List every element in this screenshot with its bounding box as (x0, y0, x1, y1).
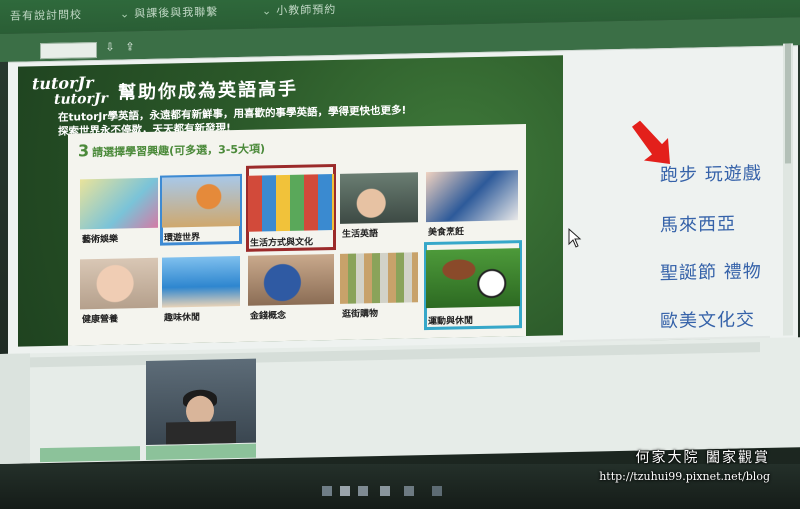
logo-text-bottom: tutorJr (54, 90, 108, 108)
tile-lifestyle[interactable]: 生活方式與文化 (246, 163, 336, 252)
tile-image (426, 170, 518, 223)
teacher-desk (166, 421, 236, 445)
tab-2[interactable]: ⌄ 與課後與我聯繫 (120, 3, 218, 25)
video-card-bar (40, 446, 140, 463)
download-icon[interactable]: ⇩ (104, 41, 116, 54)
tile-image (162, 255, 240, 308)
tile-travel[interactable]: 環遊世界 (160, 173, 242, 246)
mouse-cursor-icon (568, 227, 582, 248)
watermark-url: http://tzuhui99.pixnet.net/blog (599, 470, 770, 483)
red-arrow-icon (632, 120, 670, 164)
address-field[interactable] (40, 41, 97, 60)
tile-image (340, 172, 418, 224)
tray-icon[interactable] (404, 486, 414, 496)
tile-label: 環遊世界 (164, 232, 201, 244)
tile-image (426, 248, 520, 309)
tray-icon[interactable] (380, 486, 390, 496)
tile-label: 金錢概念 (250, 311, 287, 322)
tab-3[interactable]: ⌄ 小教師預約 (262, 1, 336, 23)
tile-label: 生活方式與文化 (250, 237, 314, 249)
tile-label: 逛街購物 (342, 309, 379, 320)
lesson-slide: tutorJr tutorJr 幫助你成為英語高手 在tutorJr學英語，永遠… (18, 55, 563, 347)
lesson-subtitle-1: 在tutorJr學英語，永遠都有新鮮事，用喜歡的事學英語，學得更快也更多! (58, 104, 407, 124)
tray-icon[interactable] (358, 486, 368, 496)
scroll-thumb[interactable] (785, 43, 791, 164)
interest-panel: 3 請選擇學習興趣(可多選，3-5大項) 藝術娛樂 環遊世界 生活方式與文化 生… (68, 123, 526, 346)
tile-shopping[interactable]: 逛街購物 (338, 250, 420, 322)
vertical-scrollbar[interactable] (783, 43, 793, 336)
topic-link-culture[interactable]: 歐美文化交 (660, 305, 755, 333)
tile-sports[interactable]: 運動與休閒 (424, 240, 522, 331)
lower-panel (0, 337, 800, 464)
tile-label: 生活英語 (342, 229, 379, 240)
tile-food[interactable]: 美食烹飪 (424, 168, 520, 240)
tile-image (340, 252, 418, 304)
step-number: 3 (78, 141, 90, 161)
tile-label: 運動與休閒 (428, 316, 474, 328)
tile-image (248, 254, 334, 306)
tab-label: 小教師預約 (276, 2, 337, 18)
tile-image (80, 177, 158, 230)
topic-link-malaysia[interactable]: 馬來西亞 (660, 210, 736, 238)
chevron-down-icon: ⌄ (120, 7, 131, 21)
tab-1[interactable]: 吾有說討問校 (10, 6, 82, 28)
content-area: tutorJr tutorJr 幫助你成為英語高手 在tutorJr學英語，永遠… (8, 45, 798, 355)
tile-label: 藝術娛樂 (82, 234, 119, 246)
tile-label: 美食烹飪 (428, 227, 465, 239)
tile-label: 健康營養 (82, 314, 119, 326)
chevron-down-icon: ⌄ (262, 4, 273, 18)
tray-icon[interactable] (432, 486, 442, 496)
screen: 吾有說討問校 ⌄ 與課後與我聯繫 ⌄ 小教師預約 ⇩ ⇪ tutorJr tutor… (0, 0, 800, 470)
tile-image (80, 257, 158, 310)
teacher-video (146, 358, 256, 445)
tile-image (162, 175, 240, 228)
lesson-title: 幫助你成為英語高手 (118, 78, 298, 104)
tile-health[interactable]: 健康營養 (78, 256, 160, 328)
watermark-name: 何家大院 闔家觀賞 (635, 450, 770, 466)
tile-label: 趣味休閒 (164, 312, 201, 324)
tray-icon[interactable] (322, 486, 332, 496)
share-icon[interactable]: ⇪ (124, 40, 136, 53)
tab-label: 吾有說討問校 (10, 8, 82, 23)
video-card-bar (146, 443, 256, 460)
topic-link-christmas[interactable]: 聖誕節 禮物 (660, 257, 762, 285)
panel-hint-text: 請選擇學習興趣(可多選，3-5大項) (92, 142, 266, 160)
tile-money[interactable]: 金錢概念 (246, 252, 336, 324)
tile-leisure[interactable]: 趣味休閒 (160, 254, 242, 326)
tile-art[interactable]: 藝術娛樂 (78, 176, 160, 248)
tab-label: 與課後與我聯繫 (134, 5, 219, 21)
left-sidebar (0, 353, 30, 464)
tile-image (248, 174, 334, 232)
tray-icon[interactable] (340, 486, 350, 496)
tile-english[interactable]: 生活英語 (338, 170, 420, 242)
tutorjr-logo: tutorJr tutorJr (32, 73, 110, 113)
panel-hint: 3 請選擇學習興趣(可多選，3-5大項) (78, 137, 265, 160)
